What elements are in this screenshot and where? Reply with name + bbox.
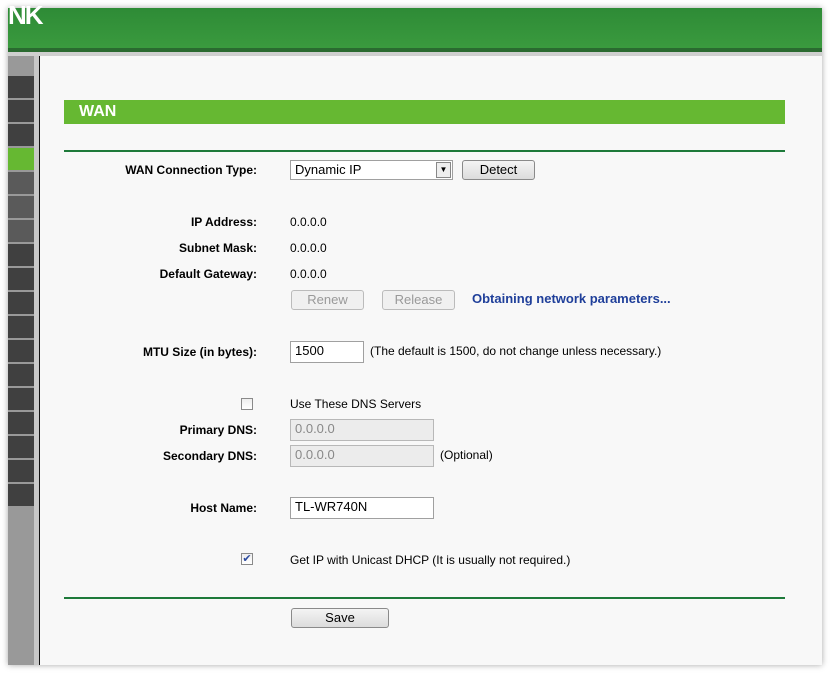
connection-type-label: WAN Connection Type:: [125, 163, 257, 177]
host-name-label: Host Name:: [190, 501, 257, 515]
ip-address-label: IP Address:: [190, 215, 257, 229]
sidebar-item[interactable]: [8, 412, 34, 434]
default-gateway-label: Default Gateway:: [159, 267, 257, 281]
sidebar-item[interactable]: [8, 436, 34, 458]
chevron-down-icon[interactable]: ▼: [436, 162, 451, 178]
primary-dns-label: Primary DNS:: [179, 423, 257, 437]
sidebar-menu: [8, 56, 34, 665]
optional-hint: (Optional): [440, 448, 493, 462]
save-button[interactable]: Save: [291, 608, 389, 628]
status-text: Obtaining network parameters...: [472, 291, 671, 306]
checkmark-icon: ✔: [242, 553, 252, 565]
page-title: WAN: [64, 100, 785, 124]
sidebar-item[interactable]: [8, 340, 34, 362]
ip-address-value: 0.0.0.0: [290, 215, 327, 229]
mtu-hint: (The default is 1500, do not change unle…: [370, 344, 662, 358]
sidebar-item[interactable]: [8, 316, 34, 338]
secondary-dns-input[interactable]: 0.0.0.0: [290, 445, 434, 467]
sidebar-item[interactable]: [8, 268, 34, 290]
secondary-dns-label: Secondary DNS:: [162, 449, 257, 463]
use-dns-checkbox[interactable]: [241, 398, 253, 410]
detect-button[interactable]: Detect: [462, 160, 535, 180]
divider-top: [64, 150, 785, 152]
sidebar-item[interactable]: [8, 484, 34, 506]
header-banner: NK: [8, 0, 822, 48]
subnet-mask-label: Subnet Mask:: [178, 241, 257, 255]
brand-logo: NK: [8, 0, 44, 30]
host-name-input[interactable]: TL-WR740N: [290, 497, 434, 519]
mtu-label: MTU Size (in bytes):: [142, 345, 257, 359]
connection-type-select[interactable]: Dynamic IP ▼: [290, 160, 453, 180]
unicast-dhcp-label: Get IP with Unicast DHCP (It is usually …: [290, 553, 571, 567]
sidebar-item[interactable]: [8, 124, 34, 146]
sidebar-item[interactable]: [8, 364, 34, 386]
unicast-dhcp-checkbox[interactable]: ✔: [241, 553, 253, 565]
default-gateway-value: 0.0.0.0: [290, 267, 327, 281]
sidebar-item[interactable]: [8, 172, 34, 194]
sidebar-item[interactable]: [8, 148, 34, 170]
sidebar-item[interactable]: [8, 460, 34, 482]
divider-bottom: [64, 597, 785, 599]
use-dns-label: Use These DNS Servers: [290, 397, 422, 411]
release-button[interactable]: Release: [382, 290, 455, 310]
sidebar-item[interactable]: [8, 100, 34, 122]
sidebar-item[interactable]: [8, 244, 34, 266]
mtu-input[interactable]: 1500: [290, 341, 364, 363]
sidebar-item[interactable]: [8, 388, 34, 410]
sidebar-item[interactable]: [8, 196, 34, 218]
sidebar-item[interactable]: [8, 220, 34, 242]
main-content: [40, 56, 822, 665]
primary-dns-input[interactable]: 0.0.0.0: [290, 419, 434, 441]
sidebar-item[interactable]: [8, 292, 34, 314]
subnet-mask-value: 0.0.0.0: [290, 241, 327, 255]
connection-type-value: Dynamic IP: [295, 162, 362, 177]
sidebar-item[interactable]: [8, 76, 34, 98]
renew-button[interactable]: Renew: [291, 290, 364, 310]
